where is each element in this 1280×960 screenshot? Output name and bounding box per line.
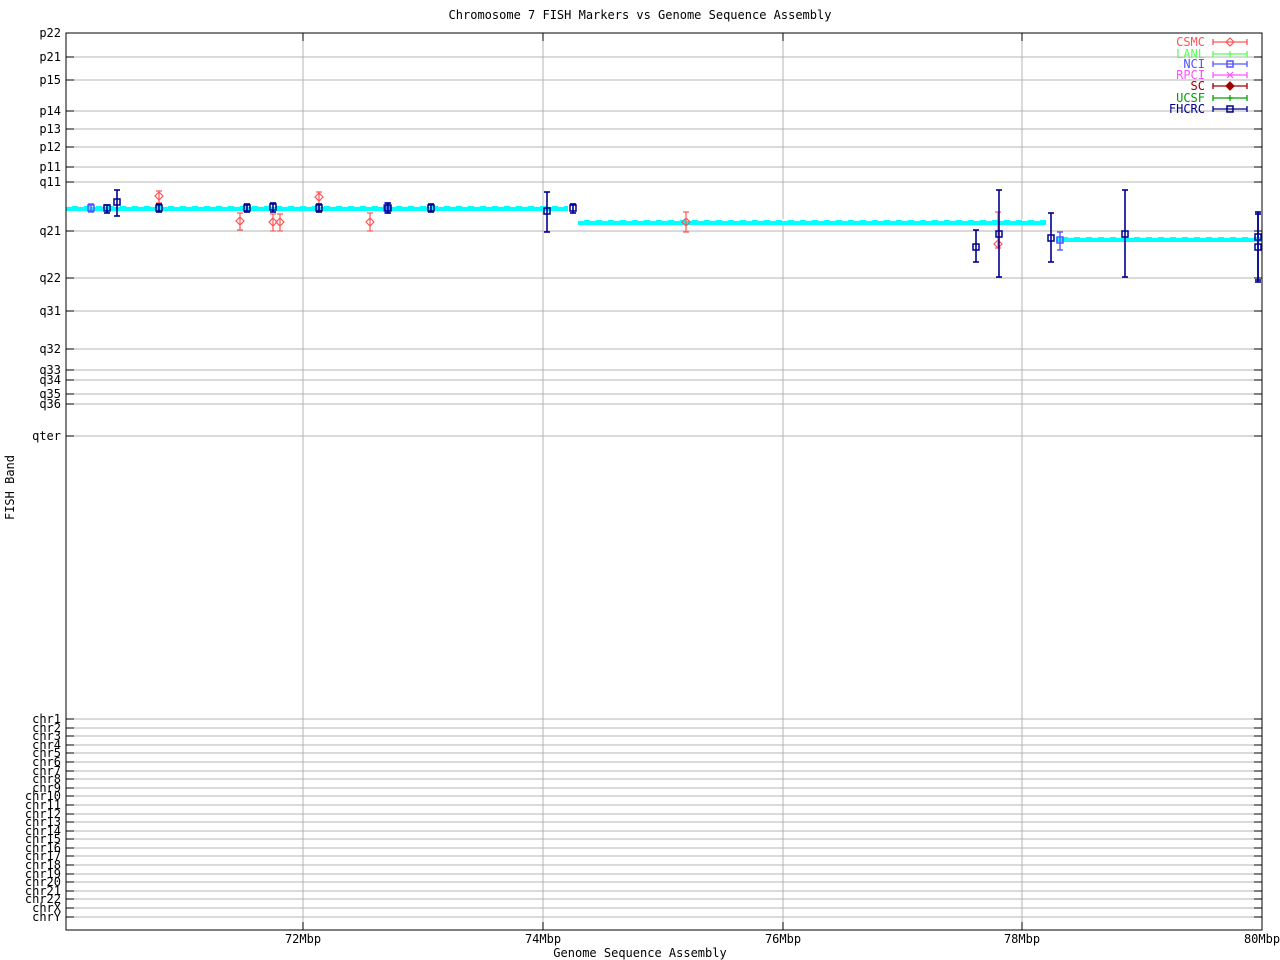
legend-sample-CSMC-marker <box>1225 37 1235 47</box>
legend-sample-FHCRC-marker <box>1226 105 1234 113</box>
legend-sample-RPCI-marker <box>1226 71 1234 79</box>
y-tick-label-q32: q32 <box>39 342 61 356</box>
x-tick-label-78Mbp: 78Mbp <box>1003 932 1041 946</box>
data-point-CSMC-1-marker <box>235 216 245 226</box>
data-point-FHCRC-0-marker <box>103 204 111 212</box>
y-tick-label-q34: q34 <box>39 373 61 387</box>
y-tick-label-q11: q11 <box>39 175 61 189</box>
y-tick-label-chrY: chrY <box>32 910 61 924</box>
data-point-CSMC-4-marker <box>314 192 324 202</box>
x-tick-label-76Mbp: 76Mbp <box>764 932 802 946</box>
x-tick-label-80Mbp: 80Mbp <box>1243 932 1280 946</box>
y-tick-label-q21: q21 <box>39 224 61 238</box>
data-point-CSMC-0-marker <box>154 191 164 201</box>
data-point-FHCRC-9-marker <box>569 204 577 212</box>
y-tick-label-q22: q22 <box>39 271 61 285</box>
data-point-NCI-2-marker <box>1056 236 1064 244</box>
data-point-FHCRC-13-marker <box>1121 230 1129 238</box>
data-point-FHCRC-1-marker <box>113 198 121 206</box>
x-tick-label-72Mbp: 72Mbp <box>284 932 322 946</box>
legend-label-FHCRC: FHCRC <box>1168 102 1205 116</box>
x-tick-label-74Mbp: 74Mbp <box>524 932 562 946</box>
y-axis-title: FISH Band <box>3 455 17 521</box>
assembly-band-segment-1 <box>66 206 568 211</box>
data-point-FHCRC-14-marker <box>1254 233 1262 241</box>
data-point-FHCRC-12-marker <box>1047 234 1055 242</box>
y-tick-label-p11: p11 <box>39 160 61 174</box>
y-tick-label-p21: p21 <box>39 50 61 64</box>
data-point-FHCRC-11-marker <box>995 230 1003 238</box>
y-tick-label-q36: q36 <box>39 397 61 411</box>
y-tick-label-p13: p13 <box>39 122 61 136</box>
legend-sample-NCI-marker <box>1226 60 1234 68</box>
data-point-FHCRC-7-marker <box>427 204 435 212</box>
data-point-CSMC-2-marker <box>268 217 278 227</box>
legend-sample-SC-marker <box>1225 81 1235 91</box>
data-point-FHCRC-10-marker <box>972 243 980 251</box>
fish-markers-chart: Chromosome 7 FISH Markers vs Genome Sequ… <box>0 0 1280 960</box>
y-tick-label-p14: p14 <box>39 104 61 118</box>
data-point-FHCRC-15-marker <box>1254 243 1262 251</box>
data-point-CSMC-3-marker <box>275 217 285 227</box>
data-point-CSMC-6-marker <box>681 217 691 227</box>
data-point-FHCRC-3-marker <box>243 204 251 212</box>
data-point-CSMC-7-marker <box>993 239 1003 249</box>
data-point-NCI-0-marker <box>87 204 95 212</box>
data-point-FHCRC-2-marker <box>155 204 163 212</box>
data-point-FHCRC-6-marker <box>384 204 392 212</box>
data-point-FHCRC-4-marker <box>269 203 277 211</box>
y-tick-label-p15: p15 <box>39 73 61 87</box>
assembly-band-segment-2 <box>578 220 1046 225</box>
plot-border <box>65 32 1263 931</box>
y-tick-label-p12: p12 <box>39 140 61 154</box>
assembly-band-segment-3 <box>1056 237 1262 242</box>
chart-title: Chromosome 7 FISH Markers vs Genome Sequ… <box>448 8 832 22</box>
y-tick-label-q31: q31 <box>39 304 61 318</box>
data-point-CSMC-5-marker <box>365 217 375 227</box>
data-point-FHCRC-5-marker <box>315 204 323 212</box>
data-point-FHCRC-8-marker <box>543 207 551 215</box>
y-tick-label-p22: p22 <box>39 26 61 40</box>
x-axis-title: Genome Sequence Assembly <box>553 946 727 960</box>
plot-canvas <box>65 32 1263 931</box>
y-tick-label-qter: qter <box>32 429 61 443</box>
data-point-NCI-1-marker <box>383 204 391 212</box>
legend-sample-RPCI-marker <box>1226 71 1234 79</box>
